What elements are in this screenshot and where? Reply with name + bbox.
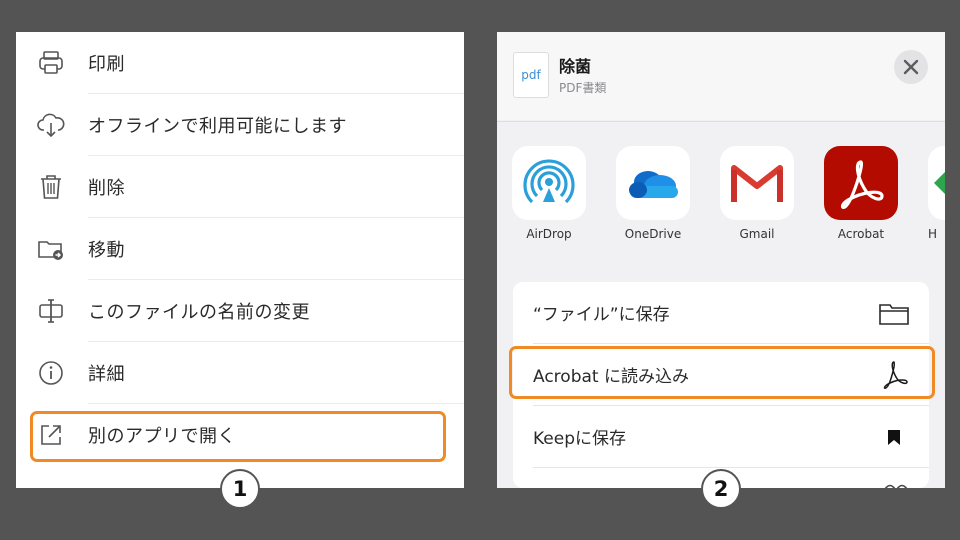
action-save-to-files[interactable]: “ファイル”に保存 (513, 282, 929, 344)
app-label-acrobat: Acrobat (837, 227, 885, 241)
pdf-file-icon: pdf (513, 52, 549, 98)
menu-label-rename: このファイルの名前の変更 (88, 302, 310, 323)
menu-label-delete: 削除 (88, 178, 125, 199)
printer-icon (39, 51, 63, 74)
app-airdrop[interactable] (512, 146, 586, 220)
app-acrobat[interactable] (824, 146, 898, 220)
onedrive-icon (629, 171, 678, 198)
app-onedrive[interactable] (616, 146, 690, 220)
app-label-partial: H (928, 227, 938, 241)
app-partial[interactable] (928, 146, 945, 220)
app-label-airdrop: AirDrop (526, 227, 572, 241)
action-label-save-to-files: “ファイル”に保存 (533, 305, 670, 325)
menu-item-offline[interactable]: オフラインで利用可能にします (16, 94, 464, 156)
menu-item-details[interactable]: 詳細 (16, 342, 464, 404)
menu-item-print[interactable]: 印刷 (16, 32, 464, 94)
folder-move-icon (38, 241, 63, 260)
app-label-onedrive: OneDrive (624, 227, 682, 241)
app-gmail[interactable] (720, 146, 794, 220)
menu-item-delete[interactable]: 削除 (16, 156, 464, 218)
folder-icon (879, 304, 909, 325)
highlight-open-in-app (30, 411, 446, 462)
menu-label-details: 詳細 (88, 364, 125, 385)
airdrop-icon (523, 159, 575, 204)
share-sheet: pdf 除菌 PDF書類 AirDrop OneDrive Gmail Acro… (497, 32, 945, 488)
menu-item-rename[interactable]: このファイルの名前の変更 (16, 280, 464, 342)
cloud-download-icon (37, 113, 65, 138)
partial-app-icon (934, 172, 945, 194)
acrobat-icon (840, 160, 884, 210)
bookmark-icon (888, 430, 900, 445)
highlight-import-to-acrobat (509, 346, 935, 399)
menu-label-offline: オフラインで利用可能にします (88, 116, 347, 137)
step-badge-1: 1 (220, 469, 260, 509)
rename-icon (39, 299, 63, 323)
action-label-save-to-keep: Keepに保存 (533, 429, 627, 449)
app-label-gmail: Gmail (739, 227, 775, 241)
file-name: 除菌 (559, 57, 592, 76)
file-type: PDF書類 (559, 81, 607, 95)
menu-label-move: 移動 (88, 240, 125, 261)
share-sheet-header: pdf 除菌 PDF書類 (497, 32, 945, 120)
close-button[interactable] (894, 50, 928, 84)
menu-item-move[interactable]: 移動 (16, 218, 464, 280)
close-icon (903, 59, 919, 75)
step-badge-2: 2 (701, 469, 741, 509)
trash-icon (41, 175, 61, 199)
menu-label-print: 印刷 (88, 54, 125, 75)
divider (497, 121, 945, 122)
action-save-to-keep[interactable]: Keepに保存 (513, 406, 929, 468)
info-icon (39, 361, 63, 385)
partial-row-icon (884, 484, 908, 488)
gmail-icon (731, 165, 783, 202)
